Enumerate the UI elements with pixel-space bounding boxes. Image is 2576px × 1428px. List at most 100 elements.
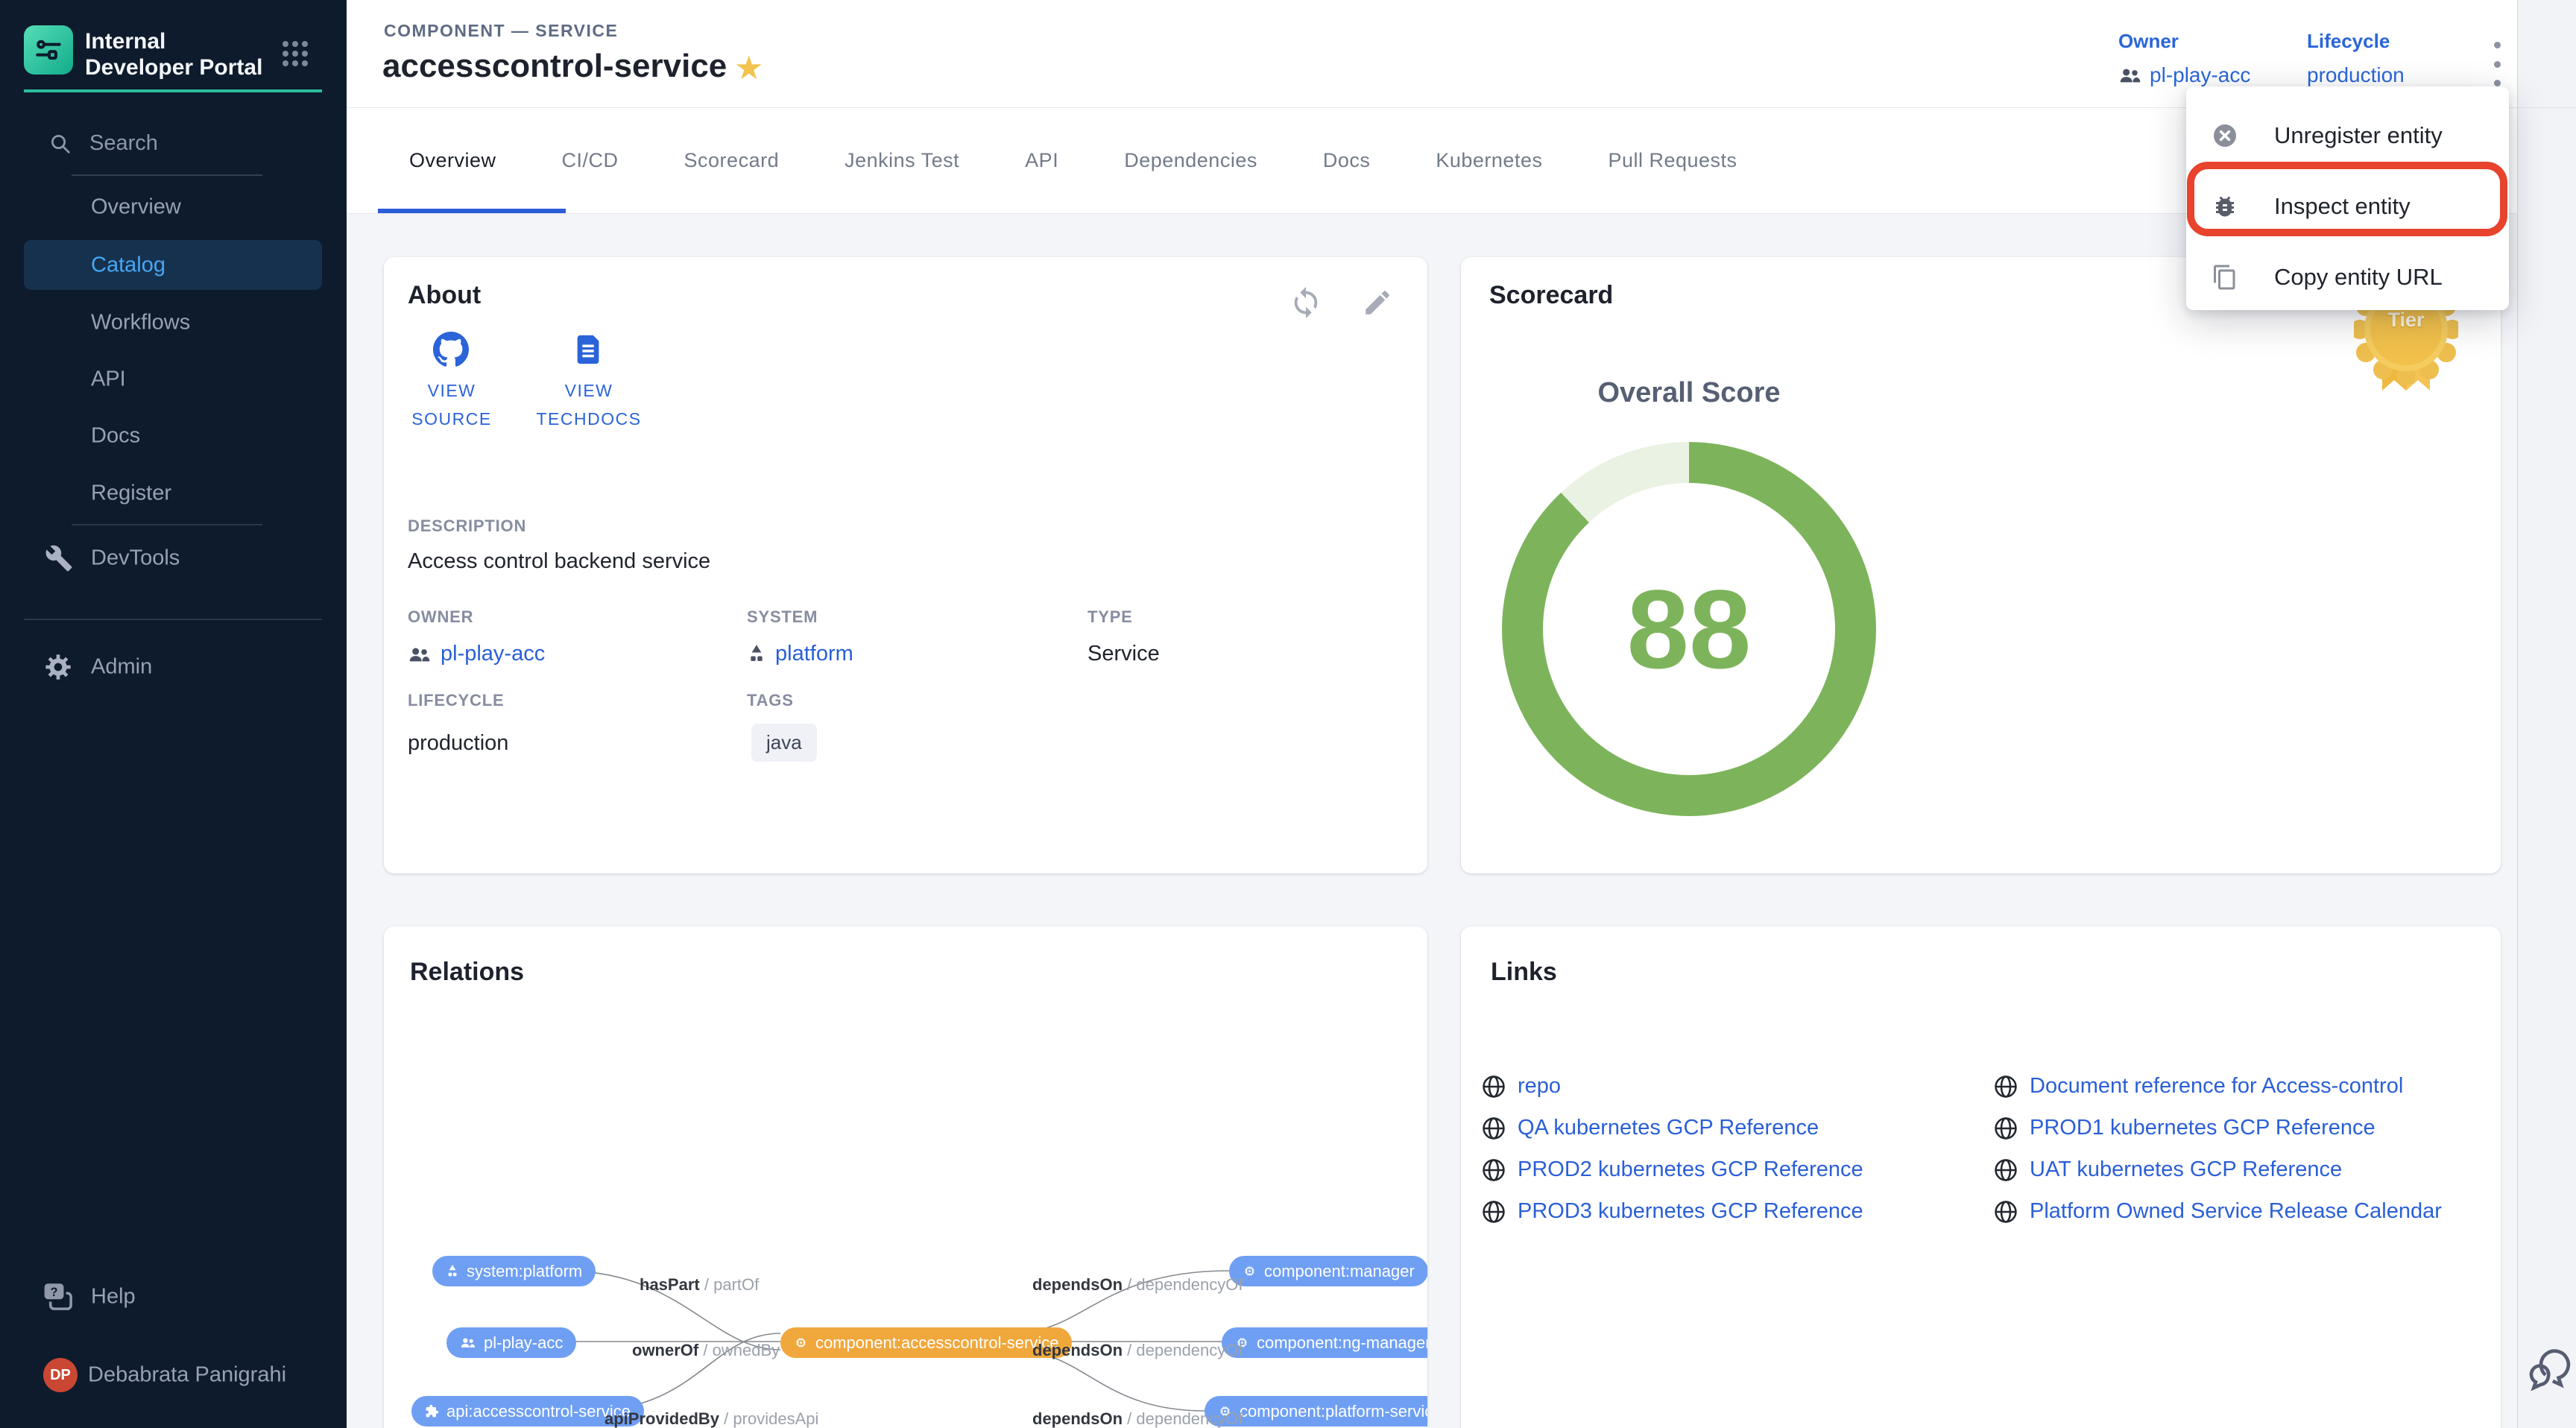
relation-node-component-ng-manager[interactable]: component:ng-manager [1222,1327,1427,1358]
edit-pencil-icon[interactable] [1362,287,1393,318]
scorecard-card: Scorecard Overall Score 88 100 Operation… [1461,257,2501,873]
link-prod1-kubernetes[interactable]: PROD1 kubernetes GCP Reference [1994,1116,2375,1140]
link-prod2-kubernetes[interactable]: PROD2 kubernetes GCP Reference [1482,1157,1863,1182]
kebab-menu-icon[interactable] [2481,37,2513,91]
relations-card: Relations system:platform pl-play-acc ap… [384,926,1427,1428]
tab-pull-requests[interactable]: Pull Requests [1575,149,1770,172]
tab-docs[interactable]: Docs [1290,149,1404,172]
search-underline [72,174,262,176]
system-field-value: platform [775,642,853,666]
lifecycle-label: Lifecycle [2307,30,2405,53]
app-logo[interactable] [24,25,73,75]
system-field-label: SYSTEM [747,607,818,627]
tab-scorecard[interactable]: Scorecard [651,149,812,172]
sidebar-item-workflows[interactable]: Workflows [91,311,190,335]
tab-api[interactable]: API [992,149,1091,172]
sidebar-item-register[interactable]: Register [91,481,171,506]
description-label: DESCRIPTION [408,516,526,536]
links-title: Links [1491,958,1557,987]
relation-node-component-accesscontrol-service[interactable]: component:accesscontrol-service [780,1327,1072,1358]
globe-icon [1482,1116,1506,1140]
github-icon[interactable] [433,332,469,367]
relation-node-system-platform[interactable]: system:platform [432,1256,596,1286]
system-icon [747,644,766,665]
owner-field-link[interactable]: pl-play-acc [408,642,545,666]
techdocs-icon[interactable] [572,332,606,367]
globe-icon [1482,1200,1506,1224]
sidebar-item-help[interactable]: Help [91,1285,136,1309]
link-uat-kubernetes[interactable]: UAT kubernetes GCP Reference [1994,1157,2342,1182]
menu-item-copy-entity-url[interactable]: Copy entity URL [2186,241,2509,312]
tab-dependencies[interactable]: Dependencies [1091,149,1290,172]
entity-context-menu: Unregister entity Inspect entity Copy en… [2186,86,2509,310]
about-title: About [408,281,481,310]
scorecard-title: Scorecard [1489,281,1613,310]
search-placeholder: Search [89,131,158,156]
globe-icon [1482,1075,1506,1099]
sidebar-section-divider [24,619,322,620]
group-icon [408,645,432,664]
link-document-reference[interactable]: Document reference for Access-control [1994,1074,2403,1099]
overall-score-label: Overall Score [1540,377,1838,409]
avatar[interactable]: DP [43,1358,78,1392]
type-field-value: Service [1087,642,1160,666]
menu-item-unregister-entity[interactable]: Unregister entity [2186,100,2509,171]
entity-kind-breadcrumb: COMPONENT — SERVICE [384,21,618,41]
tag-chip[interactable]: java [751,724,817,762]
sidebar-item-docs[interactable]: Docs [91,424,140,449]
lifecycle-field-label: LIFECYCLE [408,691,504,710]
search-icon [49,133,72,155]
relation-node-pl-play-acc[interactable]: pl-play-acc [446,1327,576,1358]
tab-kubernetes[interactable]: Kubernetes [1403,149,1575,172]
help-chat-icon: ? [43,1282,75,1312]
overall-score-donut: 88 [1502,442,1876,816]
sidebar-search[interactable]: Search [49,131,158,156]
app-title: Internal Developer Portal [85,28,271,80]
globe-icon [1994,1116,2018,1140]
overall-score-value: 88 [1627,565,1752,694]
edge-label-dependson-2: dependsOn / dependencyOf [1032,1341,1243,1360]
user-name[interactable]: Debabrata Panigrahi [88,1363,286,1388]
tab-overview[interactable]: Overview [376,149,529,172]
gear-icon [43,652,73,682]
edge-label-apiprovidedby: apiProvidedBy / providesApi [604,1409,818,1428]
component-chip-icon [1243,1264,1257,1278]
wrench-icon [45,544,73,572]
system-field-link[interactable]: platform [747,642,853,666]
system-icon [446,1264,459,1279]
favorite-star-icon[interactable]: ★ [734,49,763,87]
edge-label-dependson-3: dependsOn / dependencyOf [1032,1409,1243,1428]
feedback-chat-icon[interactable] [2527,1346,2573,1398]
tab-cicd[interactable]: CI/CD [529,149,651,172]
view-techdocs-link[interactable]: VIEW TECHDOCS [525,376,652,433]
lifecycle-value: production [2307,63,2405,87]
right-rail [2517,0,2576,1428]
sidebar-item-admin[interactable]: Admin [91,655,152,680]
description-value: Access control backend service [408,549,710,574]
portal-logo-icon [32,34,65,66]
apps-grid-icon[interactable] [282,40,309,67]
page-title: accesscontrol-service [382,48,727,85]
owner-field-value: pl-play-acc [441,642,545,666]
owner-value-link[interactable]: pl-play-acc [2150,63,2250,87]
tab-jenkins-test[interactable]: Jenkins Test [812,149,992,172]
sidebar-item-overview[interactable]: Overview [91,195,181,220]
entity-tabs: Overview CI/CD Scorecard Jenkins Test AP… [376,108,1770,213]
relation-node-component-manager[interactable]: component:manager [1229,1256,1427,1286]
sidebar-active-highlight [24,240,322,290]
link-repo[interactable]: repo [1482,1074,1561,1099]
link-prod3-kubernetes[interactable]: PROD3 kubernetes GCP Reference [1482,1199,1863,1224]
sidebar-item-catalog[interactable]: Catalog [91,253,165,278]
sidebar-accent-divider [24,89,322,92]
view-source-link[interactable]: VIEW SOURCE [405,376,498,433]
type-field-label: TYPE [1087,607,1133,627]
link-release-calendar[interactable]: Platform Owned Service Release Calendar [1994,1199,2442,1224]
sidebar-item-api[interactable]: API [91,367,126,392]
link-qa-kubernetes[interactable]: QA kubernetes GCP Reference [1482,1116,1819,1140]
menu-item-inspect-entity[interactable]: Inspect entity [2186,171,2509,241]
header-owner: Owner pl-play-acc [2118,30,2250,87]
sidebar-item-devtools[interactable]: DevTools [91,546,180,571]
refresh-icon[interactable] [1289,285,1323,320]
about-card: About VIEW SOURCE VIEW TECHDOCS DESCRIPT… [384,257,1427,873]
sidebar-divider [72,524,262,525]
